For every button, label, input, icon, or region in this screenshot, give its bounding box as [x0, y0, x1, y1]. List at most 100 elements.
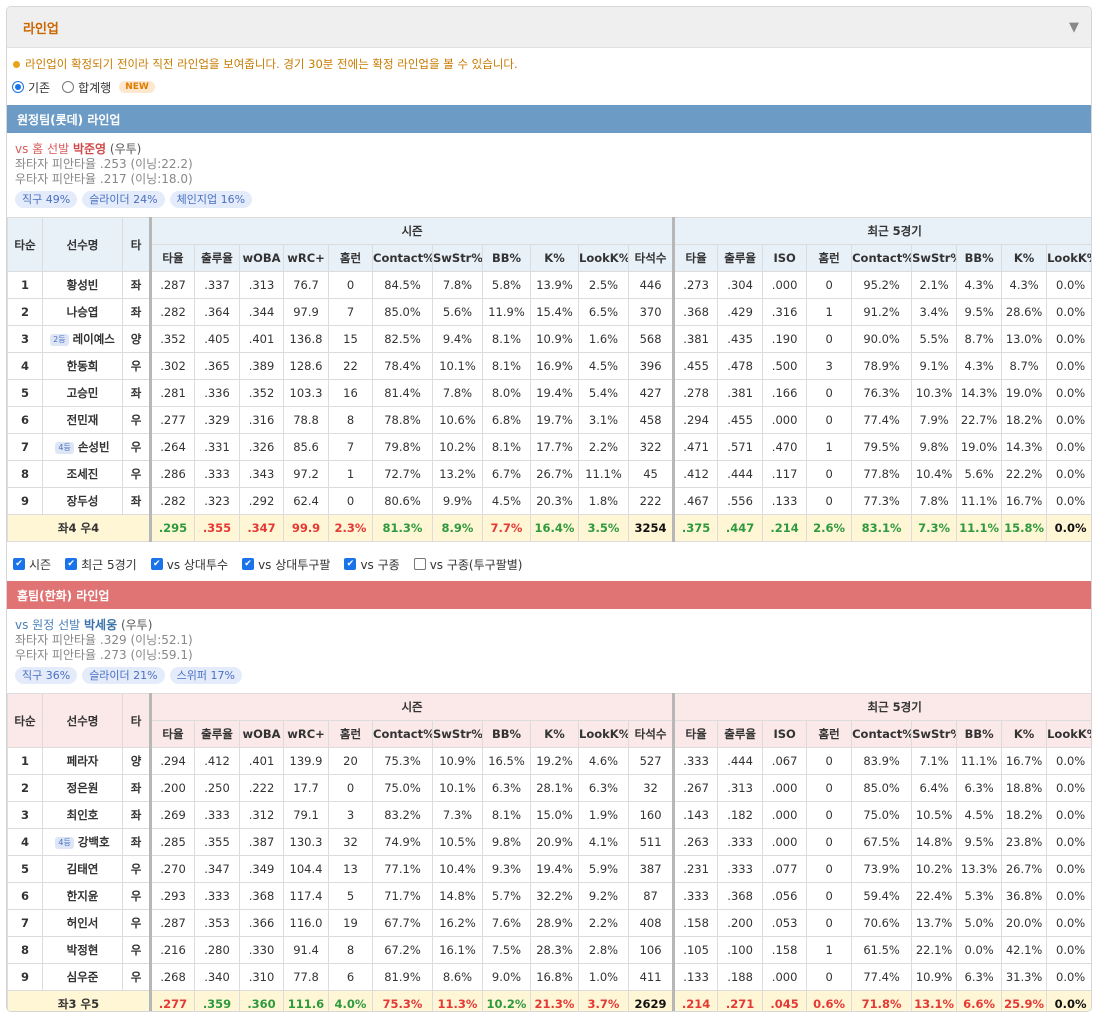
- filter-checkbox[interactable]: ✔ 시즌: [13, 556, 51, 573]
- header-recent-col[interactable]: SwStr%: [911, 244, 958, 272]
- header-season-col[interactable]: LookK%: [578, 244, 629, 272]
- header-recent-col[interactable]: 출루율: [717, 244, 764, 272]
- header-season-col[interactable]: wRC+: [283, 244, 329, 272]
- header-season-col[interactable]: 타석수: [627, 244, 675, 272]
- player-name[interactable]: 한동희: [42, 352, 123, 380]
- recent-stat-cell: 7.9%: [911, 406, 958, 434]
- header-recent-col[interactable]: 타율: [672, 244, 719, 272]
- header-season-col[interactable]: K%: [530, 244, 579, 272]
- header-season-col[interactable]: wOBA: [239, 244, 284, 272]
- player-name[interactable]: 페라자: [42, 747, 123, 775]
- away-table-wrap[interactable]: 타순 선수명 타 시즌 최근 5경기 타율 출루율 wOBA wRC+ 홈런 Contact% SwS…: [7, 217, 1091, 542]
- radio-basic-circle[interactable]: [12, 81, 24, 93]
- recent-stat-cell: 0.0%: [1046, 460, 1091, 488]
- home-table-wrap[interactable]: 타순 선수명 타 시즌 최근 5경기 타율 출루율 wOBA wRC+ 홈런 Contact% SwS…: [7, 693, 1091, 1011]
- radio-combined-circle[interactable]: [62, 81, 75, 93]
- panel-header[interactable]: 라인업 ▼: [7, 7, 1091, 48]
- player-name-text: 고승민: [66, 386, 99, 400]
- filter-checkbox[interactable]: ✔ vs 상대투수: [150, 556, 228, 573]
- player-name[interactable]: 2등 레이예스: [42, 325, 123, 353]
- checkbox-checked-icon[interactable]: ✔: [13, 558, 25, 570]
- header-recent-col[interactable]: 타율: [672, 720, 719, 748]
- header-recent-col[interactable]: SwStr%: [911, 720, 958, 748]
- filter-checkbox[interactable]: ✔ 최근 5경기: [65, 556, 137, 573]
- header-season-col[interactable]: 출루율: [194, 720, 240, 748]
- header-recent-col[interactable]: 홈런: [806, 244, 853, 272]
- player-name[interactable]: 고승민: [42, 379, 123, 407]
- header-season-col[interactable]: 타석수: [627, 720, 675, 748]
- header-recent-col[interactable]: LookK%: [1046, 244, 1091, 272]
- player-name[interactable]: 나승엽: [42, 298, 123, 326]
- radio-basic[interactable]: 기존: [12, 79, 50, 96]
- summary-recent-cell: 13.1%: [911, 990, 958, 1011]
- header-season-col[interactable]: 홈런: [328, 244, 373, 272]
- player-name[interactable]: 한지윤: [42, 882, 123, 910]
- header-season-col[interactable]: 타율: [149, 720, 195, 748]
- player-name[interactable]: 김태연: [42, 855, 123, 883]
- header-season-col[interactable]: wOBA: [239, 720, 284, 748]
- home-pitcher-name[interactable]: 박세웅: [84, 618, 117, 632]
- player-name[interactable]: 황성빈: [42, 271, 123, 299]
- player-name[interactable]: 최인호: [42, 801, 123, 829]
- season-stat-cell: 387: [627, 855, 675, 883]
- header-season-col[interactable]: LookK%: [578, 720, 629, 748]
- season-stat-cell: 7.8%: [432, 379, 483, 407]
- recent-stat-cell: .444: [717, 747, 764, 775]
- header-season-col[interactable]: 타율: [149, 244, 195, 272]
- checkbox-checked-icon[interactable]: ✔: [150, 558, 163, 570]
- header-recent-col[interactable]: K%: [1001, 720, 1048, 748]
- header-season-col[interactable]: Contact%: [372, 720, 433, 748]
- header-season-col[interactable]: Contact%: [372, 244, 433, 272]
- header-season-col[interactable]: BB%: [482, 720, 531, 748]
- season-stat-cell: 411: [627, 963, 675, 991]
- radio-combined[interactable]: 합계행: [62, 79, 111, 96]
- checkbox-checked-icon[interactable]: ✔: [242, 558, 255, 570]
- player-name[interactable]: 4등 손성빈: [42, 433, 123, 461]
- summary-season-cell: .360: [239, 990, 284, 1011]
- header-recent-col[interactable]: ISO: [762, 720, 808, 748]
- recent-stat-cell: .117: [762, 460, 808, 488]
- player-name[interactable]: 박정현: [42, 936, 123, 964]
- checkbox-empty-icon[interactable]: [413, 558, 426, 570]
- filter-checkbox[interactable]: ✔ vs 상대투구팔: [242, 556, 330, 573]
- player-name[interactable]: 심우준: [42, 963, 123, 991]
- header-season-col[interactable]: BB%: [482, 244, 531, 272]
- header-recent-col[interactable]: Contact%: [851, 244, 913, 272]
- player-name[interactable]: 정은원: [42, 774, 123, 802]
- recent-stat-cell: 5.0%: [956, 909, 1003, 937]
- header-recent-col[interactable]: 출루율: [717, 720, 764, 748]
- batting-order: 4: [7, 828, 43, 856]
- player-name[interactable]: 조세진: [42, 460, 123, 488]
- season-stat-cell: 9.0%: [482, 963, 531, 991]
- header-recent-col[interactable]: Contact%: [851, 720, 913, 748]
- header-season-col[interactable]: 홈런: [328, 720, 373, 748]
- triangle-down-icon[interactable]: ▼: [1069, 20, 1079, 35]
- header-recent-col[interactable]: K%: [1001, 244, 1048, 272]
- away-pitcher-name[interactable]: 박준영: [73, 142, 106, 156]
- recent-stat-cell: 0.0%: [1046, 433, 1091, 461]
- filter-checkbox[interactable]: ✔ vs 구종: [344, 556, 400, 573]
- header-recent-col[interactable]: 홈런: [806, 720, 853, 748]
- recent-stat-cell: 0: [806, 747, 853, 775]
- player-name[interactable]: 허인서: [42, 909, 123, 937]
- header-season-col[interactable]: SwStr%: [432, 244, 483, 272]
- header-recent-col[interactable]: ISO: [762, 244, 808, 272]
- header-recent-col[interactable]: BB%: [956, 244, 1003, 272]
- header-season-col[interactable]: SwStr%: [432, 720, 483, 748]
- season-stat-cell: 8.1%: [482, 801, 531, 829]
- season-stat-cell: 0: [328, 774, 373, 802]
- checkbox-checked-icon[interactable]: ✔: [65, 558, 78, 570]
- header-season-col[interactable]: 출루율: [194, 244, 240, 272]
- player-name[interactable]: 장두성: [42, 487, 123, 515]
- header-recent-col[interactable]: BB%: [956, 720, 1003, 748]
- recent-stat-cell: 85.0%: [851, 774, 913, 802]
- header-recent-col[interactable]: LookK%: [1046, 720, 1091, 748]
- player-name[interactable]: 4등 강백호: [42, 828, 123, 856]
- header-season-col[interactable]: wRC+: [283, 720, 329, 748]
- summary-season-cell: 21.3%: [530, 990, 579, 1011]
- filter-checkbox[interactable]: vs 구종(투구팔별): [413, 556, 522, 573]
- checkbox-checked-icon[interactable]: ✔: [344, 558, 357, 570]
- header-season-col[interactable]: K%: [530, 720, 579, 748]
- player-name[interactable]: 전민재: [42, 406, 123, 434]
- summary-season-cell: 75.3%: [372, 990, 433, 1011]
